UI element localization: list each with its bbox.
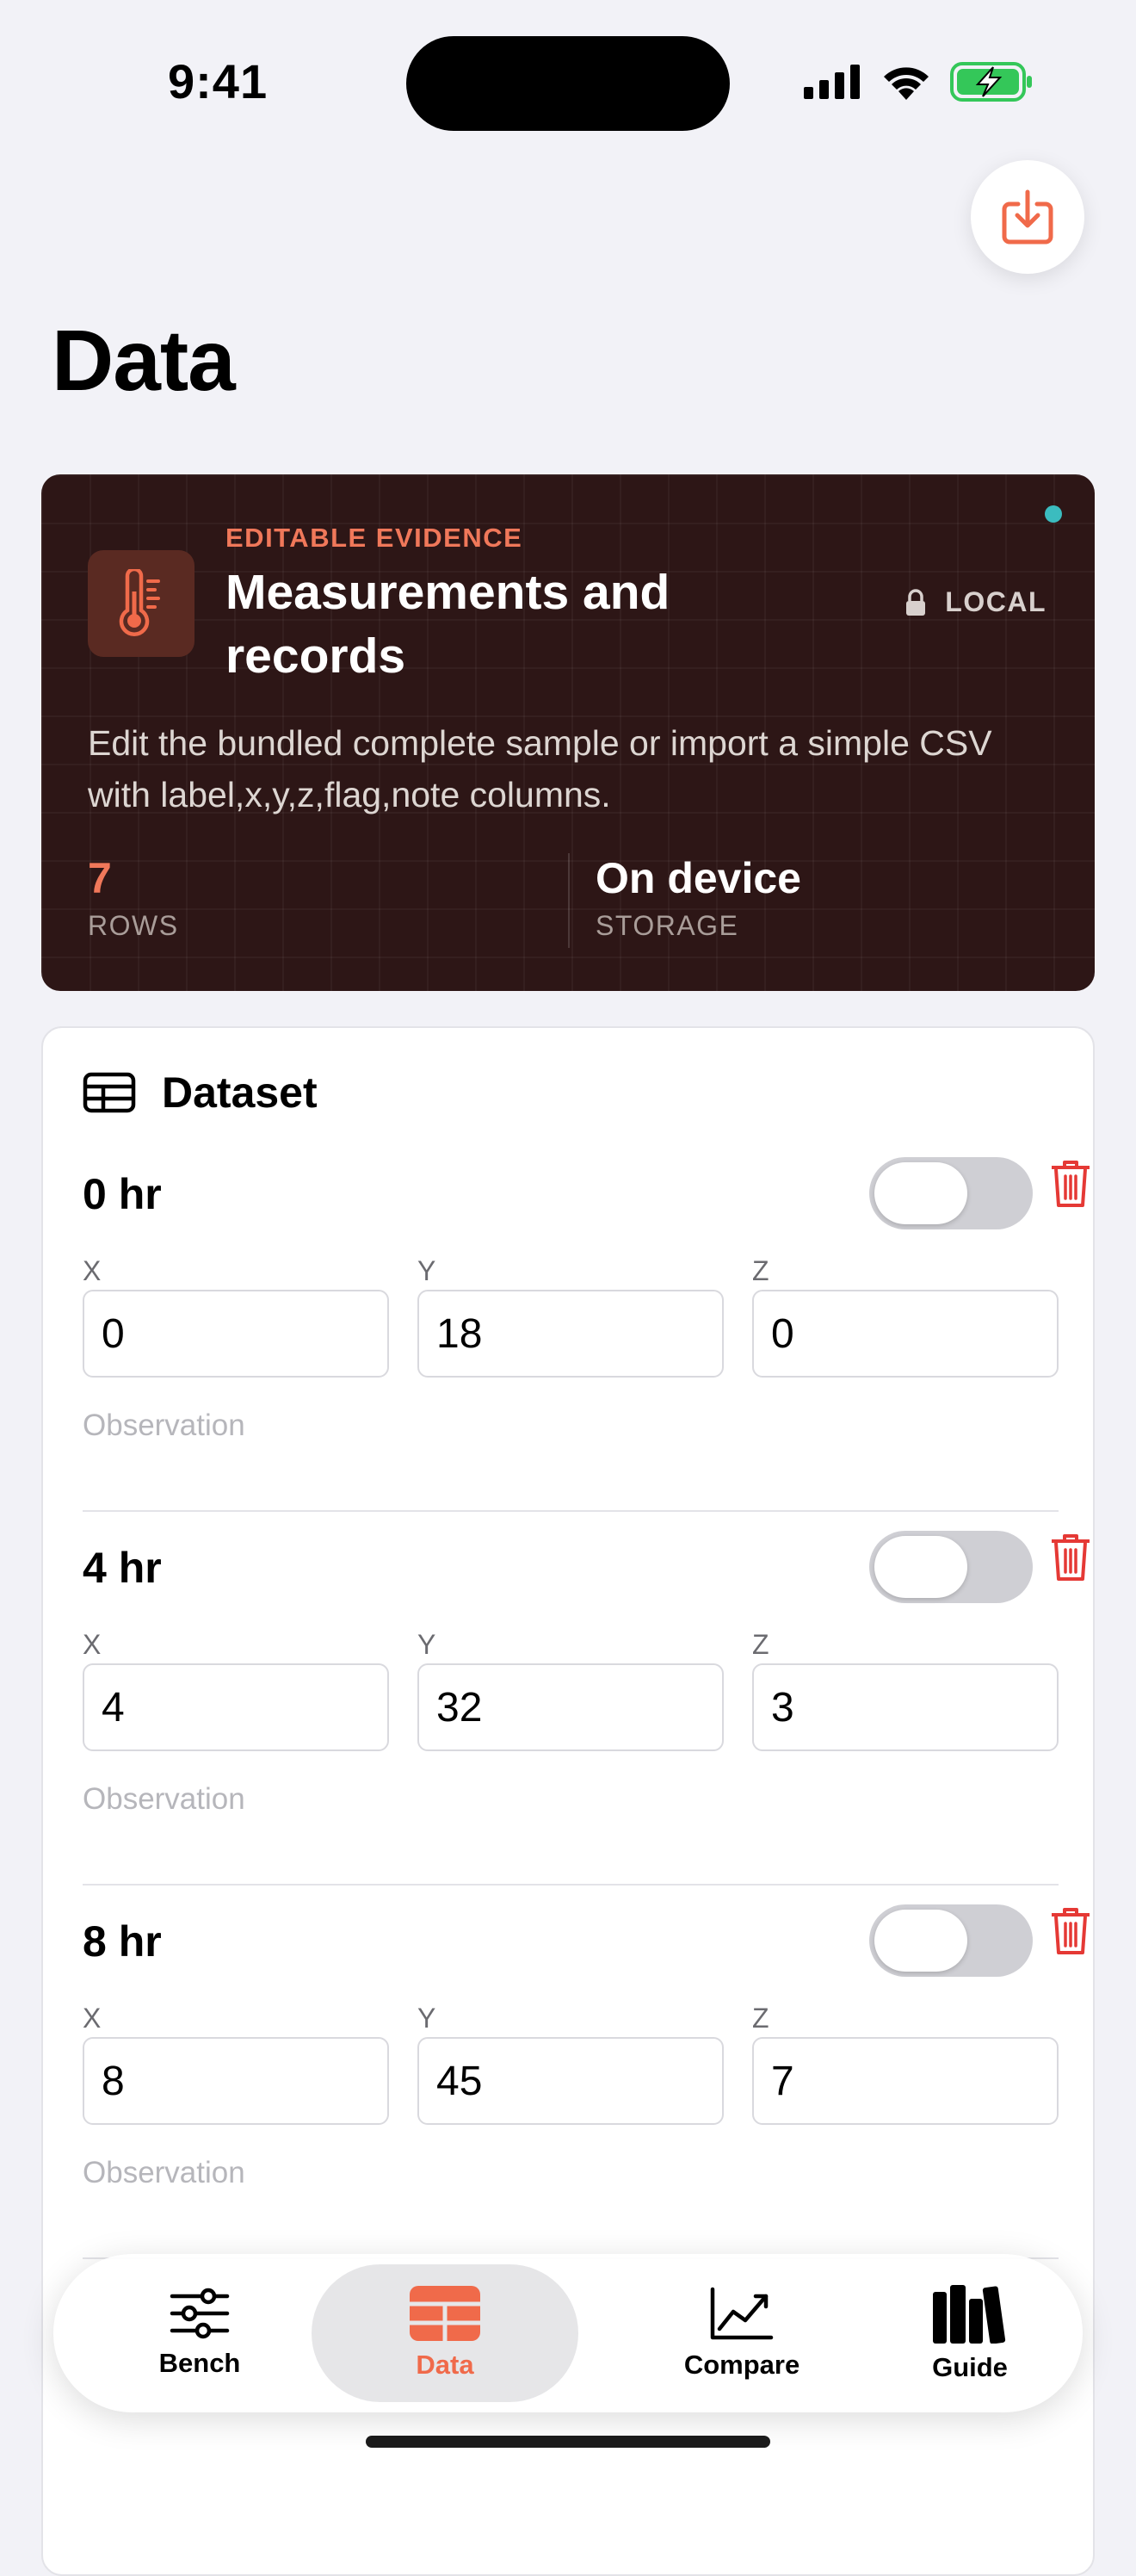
row-label: 0 hr	[83, 1170, 162, 1218]
home-indicator	[366, 2436, 770, 2448]
flag-toggle[interactable]	[869, 1157, 1033, 1229]
x-input[interactable]	[83, 1290, 389, 1378]
export-button[interactable]	[971, 160, 1084, 274]
status-bar: 9:41	[0, 0, 1136, 155]
observation-field[interactable]: Observation	[83, 1409, 245, 1443]
local-badge-label: LOCAL	[945, 586, 1046, 617]
tab-guide[interactable]: Guide	[862, 2254, 1077, 2412]
rows-stat-label: ROWS	[88, 910, 179, 941]
wifi-icon	[884, 67, 929, 100]
evidence-card: EDITABLE EVIDENCE Measurements and recor…	[41, 474, 1095, 991]
tab-compare[interactable]: Compare	[613, 2254, 871, 2412]
row-label: 4 hr	[83, 1544, 162, 1592]
z-label: Z	[752, 1629, 769, 1660]
flag-toggle[interactable]	[869, 1904, 1033, 1977]
card-kicker: EDITABLE EVIDENCE	[225, 523, 523, 553]
x-input[interactable]	[83, 1663, 389, 1751]
dataset-row: 0 hr X Y Z Observation	[83, 1149, 1090, 1522]
sliders-icon	[170, 2288, 230, 2339]
row-label: 8 hr	[83, 1917, 162, 1966]
y-label: Y	[417, 1255, 436, 1286]
books-icon	[933, 2285, 1006, 2344]
local-badge: LOCAL	[905, 586, 1046, 618]
x-label: X	[83, 1629, 102, 1660]
status-dot	[1045, 505, 1062, 523]
z-input[interactable]	[752, 1663, 1059, 1751]
x-label: X	[83, 2003, 102, 2034]
dynamic-island	[406, 36, 730, 131]
card-title: Measurements and records	[225, 565, 670, 684]
battery-charging-icon	[950, 62, 1032, 102]
cellular-signal-icon	[804, 65, 860, 99]
lock-icon	[906, 588, 926, 616]
stat-divider	[568, 853, 570, 948]
trash-icon[interactable]	[1050, 1159, 1091, 1209]
y-input[interactable]	[417, 2037, 724, 2125]
y-input[interactable]	[417, 1663, 724, 1751]
z-input[interactable]	[752, 1290, 1059, 1378]
download-tray-icon	[1002, 189, 1053, 245]
tab-data[interactable]: Data	[312, 2254, 578, 2412]
trash-icon[interactable]	[1050, 1906, 1091, 1956]
storage-stat-value: On device	[596, 854, 801, 902]
row-divider	[83, 1884, 1059, 1886]
status-time: 9:41	[168, 54, 269, 108]
observation-field[interactable]: Observation	[83, 2156, 245, 2190]
z-label: Z	[752, 2003, 769, 2034]
storage-stat-label: STORAGE	[596, 910, 739, 941]
dataset-header: Dataset	[83, 1068, 318, 1118]
observation-field[interactable]: Observation	[83, 1782, 245, 1817]
table-icon	[83, 1072, 136, 1113]
z-input[interactable]	[752, 2037, 1059, 2125]
card-description: Edit the bundled complete sample or impo…	[88, 723, 992, 814]
flag-toggle[interactable]	[869, 1531, 1033, 1603]
tab-bench[interactable]: Bench	[53, 2254, 346, 2412]
x-label: X	[83, 1255, 102, 1286]
y-input[interactable]	[417, 1290, 724, 1378]
tab-label: Bench	[158, 2348, 241, 2378]
y-label: Y	[417, 1629, 436, 1660]
thermometer-icon	[88, 550, 194, 657]
dataset-row: 4 hr X Y Z Observation	[83, 1522, 1090, 1896]
z-label: Z	[752, 1255, 769, 1286]
y-label: Y	[417, 2003, 436, 2034]
page-title: Data	[52, 313, 236, 409]
trash-icon[interactable]	[1050, 1533, 1091, 1582]
tab-label: Guide	[932, 2352, 1008, 2382]
table-icon	[410, 2286, 480, 2341]
tab-label: Data	[416, 2350, 474, 2380]
x-input[interactable]	[83, 2037, 389, 2125]
row-divider	[83, 1510, 1059, 1512]
dataset-row: 8 hr X Y Z Observation	[83, 1896, 1090, 2269]
dataset-title: Dataset	[162, 1068, 318, 1117]
tab-label: Compare	[683, 2350, 800, 2380]
rows-stat-value: 7	[88, 854, 112, 902]
tab-bar: Bench Data Compare Guide	[53, 2254, 1083, 2412]
line-chart-icon	[710, 2287, 774, 2340]
status-icons	[804, 62, 1033, 102]
